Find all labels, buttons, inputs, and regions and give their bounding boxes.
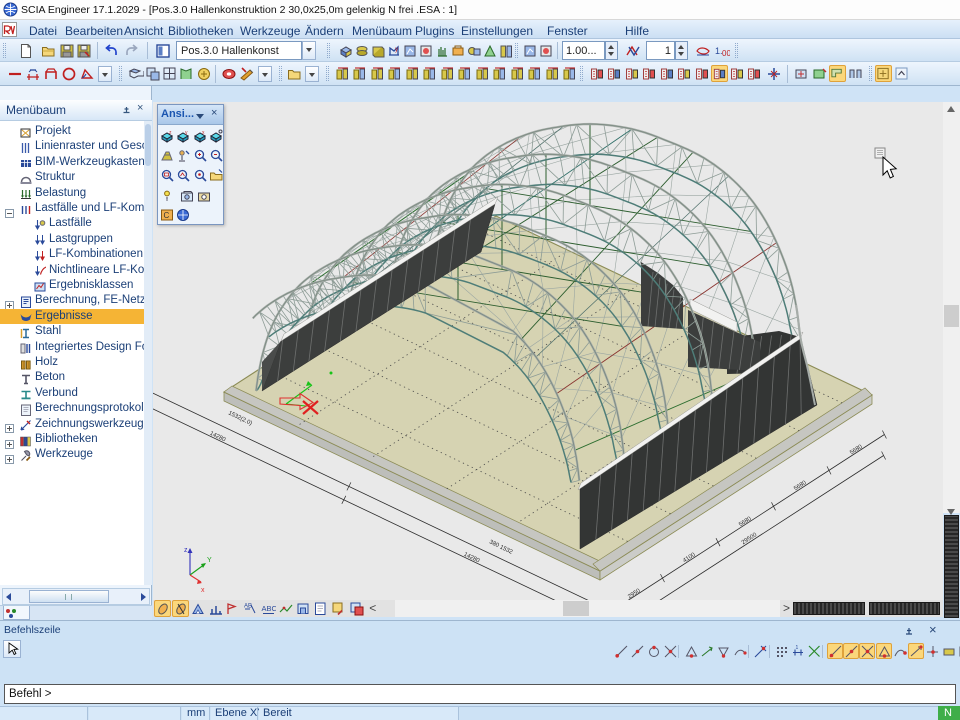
svg-text:y: y	[395, 47, 398, 53]
svg-text:1: 1	[795, 645, 798, 651]
svg-text:4100: 4100	[682, 552, 697, 565]
svg-text:C: C	[164, 211, 170, 220]
svg-text:5680: 5680	[793, 480, 808, 493]
svg-text:AB: AB	[244, 604, 252, 610]
svg-text:14280: 14280	[463, 552, 481, 565]
svg-text:380 1532: 380 1532	[488, 539, 514, 556]
svg-text:14280: 14280	[209, 431, 227, 444]
svg-text:29500: 29500	[741, 532, 759, 546]
svg-text:z: z	[169, 130, 172, 136]
svg-text:y: y	[185, 130, 188, 136]
svg-text:x: x	[201, 587, 205, 594]
svg-text:x: x	[202, 130, 205, 136]
svg-text:5680: 5680	[738, 516, 753, 529]
svg-text:Y: Y	[207, 557, 212, 564]
svg-text:00: 00	[722, 49, 730, 58]
svg-text:5680: 5680	[849, 444, 864, 457]
svg-text:z: z	[184, 547, 188, 554]
svg-text:2950: 2950	[627, 588, 642, 600]
svg-text:ABC: ABC	[261, 604, 276, 613]
